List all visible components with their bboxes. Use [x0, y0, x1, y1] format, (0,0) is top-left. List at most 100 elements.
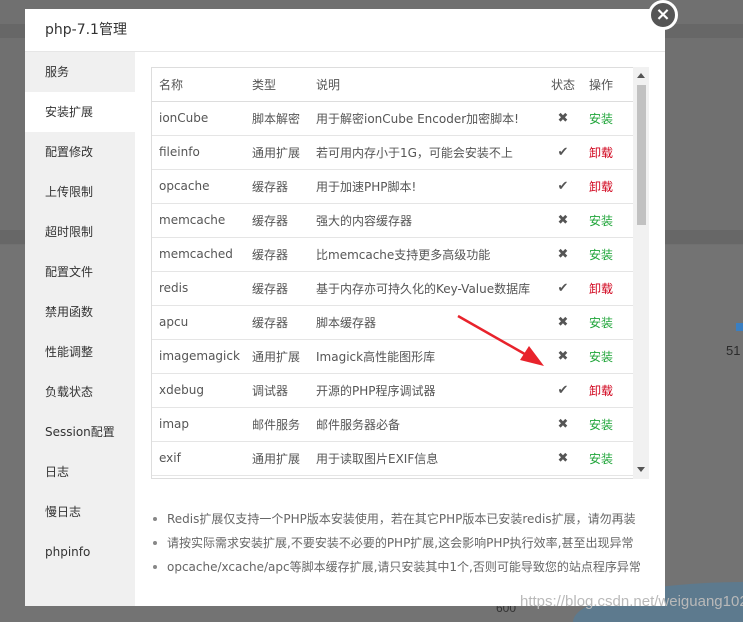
- extension-type: 缓存器: [252, 179, 289, 194]
- extension-type: 缓存器: [252, 281, 289, 296]
- background-chart-bar: [736, 323, 743, 331]
- not-installed-x-icon: ✖: [557, 314, 569, 330]
- sidebar-item[interactable]: 性能调整: [25, 332, 135, 372]
- extension-description: 强大的内容缓存器: [316, 213, 413, 228]
- extension-description: 若可用内存小于1G，可能会安装不上: [316, 145, 513, 160]
- extension-type: 脚本解密: [252, 111, 301, 126]
- not-installed-x-icon: ✖: [557, 212, 569, 228]
- install-link[interactable]: 安装: [589, 418, 613, 432]
- modal-title: php-7.1管理: [25, 9, 665, 52]
- table-row: opcache 缓存器 用于加速PHP脚本! ✔ 卸载: [152, 169, 634, 204]
- extension-description: 比memcache支持更多高级功能: [316, 247, 491, 262]
- extension-type: 缓存器: [252, 315, 289, 330]
- extension-description: Imagick高性能图形库: [316, 349, 436, 364]
- table-row: imagemagick 通用扩展 Imagick高性能图形库 ✖ 安装: [152, 339, 634, 374]
- extension-description: 开源的PHP程序调试器: [316, 383, 436, 398]
- table-header-row: 名称 类型 说明 状态 操作: [152, 68, 634, 102]
- table-scrollbar[interactable]: [633, 67, 649, 479]
- extension-name: opcache: [159, 179, 210, 193]
- table-row: apcu 缓存器 脚本缓存器 ✖ 安装: [152, 305, 634, 340]
- installed-check-icon: ✔: [557, 382, 569, 398]
- sidebar-item[interactable]: phpinfo: [25, 532, 135, 572]
- extension-name: memcached: [159, 247, 233, 261]
- extension-type: 邮件服务: [252, 417, 301, 432]
- note-item: 请按实际需求安装扩展,不要安装不必要的PHP扩展,这会影响PHP执行效率,甚至出…: [151, 531, 651, 555]
- scroll-up-arrow-icon[interactable]: [637, 73, 645, 78]
- extension-type: 缓存器: [252, 247, 289, 262]
- extension-name: memcache: [159, 213, 226, 227]
- extension-description: 用于读取图片EXIF信息: [316, 451, 439, 466]
- notes-list: Redis扩展仅支持一个PHP版本安装使用，若在其它PHP版本已安装redis扩…: [151, 507, 651, 579]
- uninstall-link[interactable]: 卸载: [589, 180, 613, 194]
- table-row: redis 缓存器 基于内存亦可持久化的Key-Value数据库 ✔ 卸载: [152, 271, 634, 306]
- installed-check-icon: ✔: [557, 178, 569, 194]
- sidebar-item[interactable]: 禁用函数: [25, 292, 135, 332]
- table-row: imap 邮件服务 邮件服务器必备 ✖ 安装: [152, 407, 634, 442]
- sidebar-item[interactable]: 服务: [25, 52, 135, 92]
- not-installed-x-icon: ✖: [557, 348, 569, 364]
- header-type: 类型: [245, 68, 309, 102]
- sidebar-item[interactable]: 配置修改: [25, 132, 135, 172]
- close-button[interactable]: ×: [648, 0, 678, 30]
- extensions-table-container: 名称 类型 说明 状态 操作 ionCube 脚本解密 用于解密ionCube En…: [151, 67, 649, 479]
- extension-type: 调试器: [252, 383, 289, 398]
- php-manager-modal: php-7.1管理 服务 安装扩展 配置修改 上传限制 超时限制 配置文件 禁用函数 性能调整…: [25, 9, 665, 606]
- extension-type: 通用扩展: [252, 451, 301, 466]
- not-installed-x-icon: ✖: [557, 110, 569, 126]
- extension-name: ionCube: [159, 111, 209, 125]
- uninstall-link[interactable]: 卸载: [589, 384, 613, 398]
- extension-name: imagemagick: [159, 349, 240, 363]
- header-state: 状态: [543, 68, 583, 102]
- extension-name: redis: [159, 281, 189, 295]
- sidebar-item[interactable]: 日志: [25, 452, 135, 492]
- installed-check-icon: ✔: [557, 280, 569, 296]
- extension-type: 通用扩展: [252, 145, 301, 160]
- extension-name: imap: [159, 417, 189, 431]
- install-link[interactable]: 安装: [589, 452, 613, 466]
- table-row: memcache 缓存器 强大的内容缓存器 ✖ 安装: [152, 203, 634, 238]
- extension-description: 脚本缓存器: [316, 315, 377, 330]
- extension-name: xdebug: [159, 383, 204, 397]
- header-name: 名称: [152, 68, 245, 102]
- installed-check-icon: ✔: [557, 144, 569, 160]
- extension-type: 缓存器: [252, 213, 289, 228]
- uninstall-link[interactable]: 卸载: [589, 282, 613, 296]
- table-row: ionCube 脚本解密 用于解密ionCube Encoder加密脚本! ✖ 安装: [152, 101, 634, 136]
- table-row: xdebug 调试器 开源的PHP程序调试器 ✔ 卸载: [152, 373, 634, 408]
- extension-description: 用于加速PHP脚本!: [316, 179, 417, 194]
- extension-name: fileinfo: [159, 145, 200, 159]
- install-link[interactable]: 安装: [589, 248, 613, 262]
- table-row: memcached 缓存器 比memcache支持更多高级功能 ✖ 安装: [152, 237, 634, 272]
- scroll-thumb[interactable]: [637, 85, 646, 225]
- table-row: fileinfo 通用扩展 若可用内存小于1G，可能会安装不上 ✔ 卸载: [152, 135, 634, 170]
- not-installed-x-icon: ✖: [557, 246, 569, 262]
- extension-description: 用于解密ionCube Encoder加密脚本!: [316, 111, 519, 126]
- install-link[interactable]: 安装: [589, 214, 613, 228]
- sidebar-item[interactable]: Session配置: [25, 412, 135, 452]
- background-chart-number: 51: [726, 343, 741, 358]
- install-link[interactable]: 安装: [589, 350, 613, 364]
- header-description: 说明: [309, 68, 543, 102]
- install-link[interactable]: 安装: [589, 112, 613, 126]
- extensions-table: 名称 类型 说明 状态 操作 ionCube 脚本解密 用于解密ionCube En…: [152, 68, 634, 476]
- install-link[interactable]: 安装: [589, 316, 613, 330]
- extension-name: apcu: [159, 315, 189, 329]
- sidebar-item[interactable]: 负载状态: [25, 372, 135, 412]
- sidebar-item[interactable]: 安装扩展: [25, 92, 135, 132]
- watermark: https://blog.csdn.net/weiguang102: [520, 593, 743, 610]
- uninstall-link[interactable]: 卸载: [589, 146, 613, 160]
- extension-name: exif: [159, 451, 181, 465]
- extensions-panel: 名称 类型 说明 状态 操作 ionCube 脚本解密 用于解密ionCube En…: [135, 52, 665, 606]
- not-installed-x-icon: ✖: [557, 450, 569, 466]
- sidebar: 服务 安装扩展 配置修改 上传限制 超时限制 配置文件 禁用函数 性能调整 负载状态 Sessio…: [25, 52, 135, 606]
- sidebar-item[interactable]: 上传限制: [25, 172, 135, 212]
- note-item: Redis扩展仅支持一个PHP版本安装使用，若在其它PHP版本已安装redis扩…: [151, 507, 651, 531]
- sidebar-item[interactable]: 配置文件: [25, 252, 135, 292]
- sidebar-item[interactable]: 超时限制: [25, 212, 135, 252]
- sidebar-item[interactable]: 慢日志: [25, 492, 135, 532]
- extension-type: 通用扩展: [252, 349, 301, 364]
- note-item: opcache/xcache/apc等脚本缓存扩展,请只安装其中1个,否则可能导…: [151, 555, 651, 579]
- not-installed-x-icon: ✖: [557, 416, 569, 432]
- scroll-down-arrow-icon[interactable]: [637, 467, 645, 472]
- extension-description: 邮件服务器必备: [316, 417, 401, 432]
